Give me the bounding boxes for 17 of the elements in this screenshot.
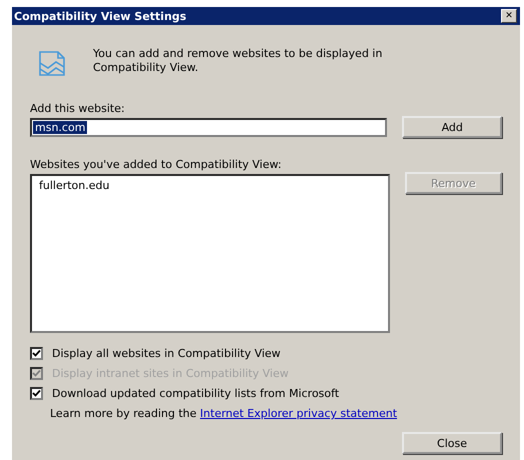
website-field[interactable]: msn.com bbox=[30, 118, 388, 137]
close-dialog-button[interactable]: Close bbox=[402, 432, 502, 454]
close-button[interactable]: ✕ bbox=[501, 9, 517, 23]
window-title: Compatibility View Settings bbox=[14, 10, 186, 22]
checkbox[interactable] bbox=[30, 347, 43, 360]
option-label: Display all websites in Compatibility View bbox=[52, 347, 281, 360]
privacy-note: Learn more by reading the Internet Explorer privacy statement bbox=[50, 407, 398, 420]
checkbox[interactable] bbox=[30, 387, 43, 400]
add-button[interactable]: Add bbox=[402, 116, 502, 138]
option-label: Download updated compatibility lists from Microsoft bbox=[52, 387, 340, 400]
document-icon bbox=[37, 48, 67, 78]
intro-text: You can add and remove websites to be displayed in Compatibility View. bbox=[93, 47, 384, 75]
list-label: Websites you've added to Compatibility View: bbox=[30, 158, 282, 171]
website-list[interactable]: fullerton.edu bbox=[30, 174, 390, 333]
privacy-link[interactable]: Internet Explorer privacy statement bbox=[200, 407, 398, 420]
website-item[interactable]: fullerton.edu bbox=[38, 179, 110, 192]
field-label: Add this website: bbox=[30, 102, 126, 115]
